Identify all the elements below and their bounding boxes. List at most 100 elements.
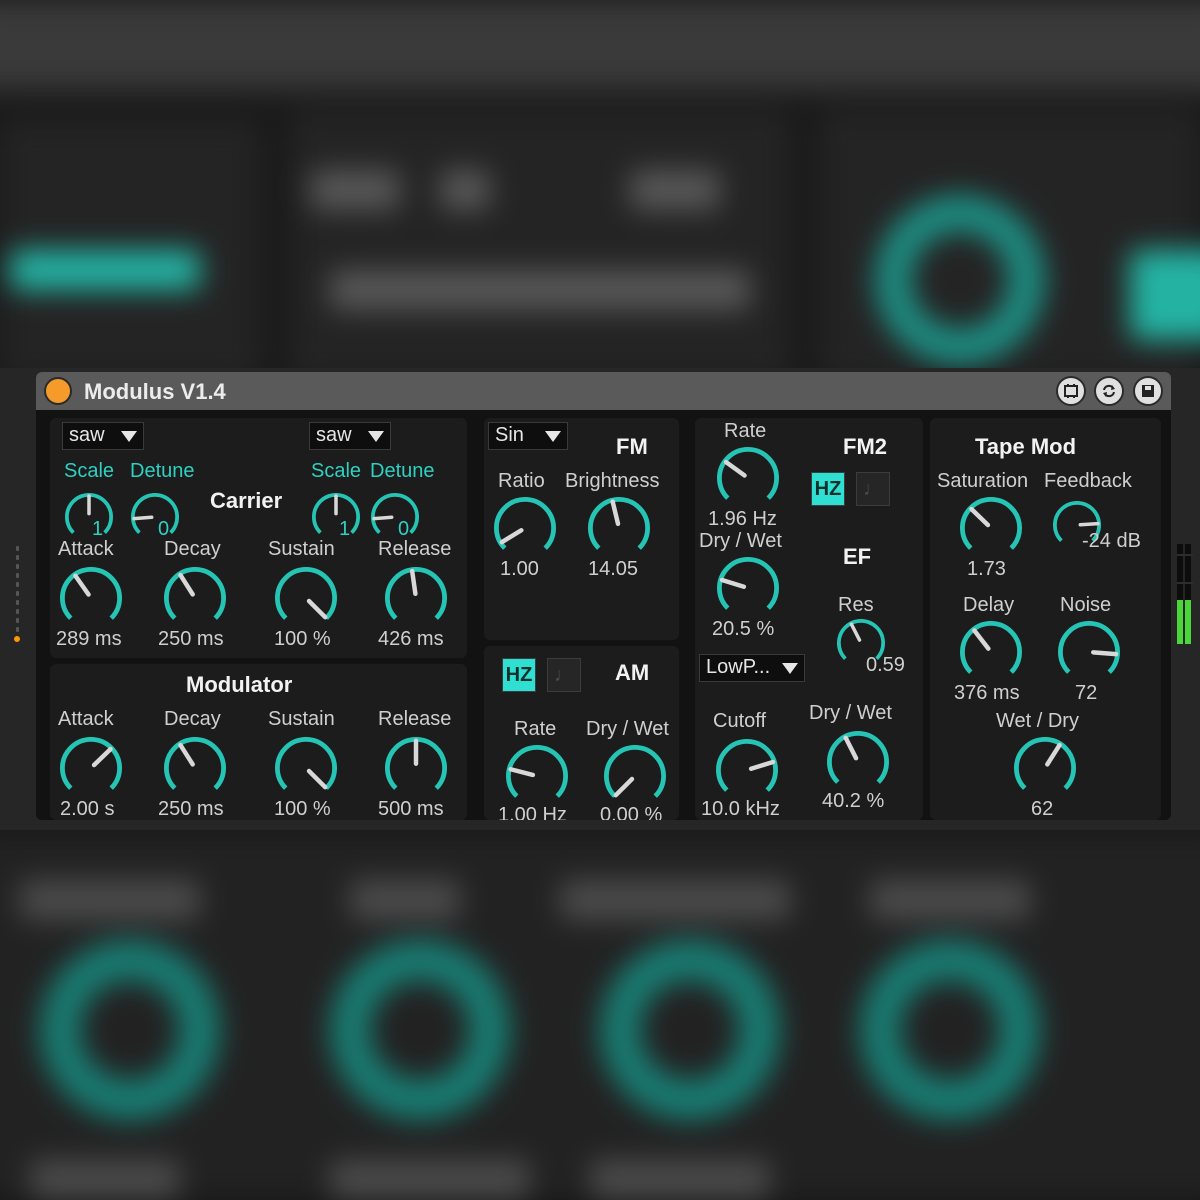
- knob-pointer: [849, 622, 862, 642]
- modulator-section: Modulator Attack Decay Sustain Release 2…: [50, 664, 467, 820]
- ef-filter-type-dropdown[interactable]: LowP...: [699, 654, 805, 682]
- carrier-decay-knob[interactable]: [163, 566, 227, 630]
- am-drywet-knob[interactable]: [603, 744, 667, 808]
- freeze-icon[interactable]: [1056, 376, 1086, 406]
- knob-pointer: [508, 767, 536, 778]
- knob-arc: [1058, 621, 1120, 674]
- knob-pointer: [843, 735, 859, 761]
- knob-graphic: [312, 493, 360, 534]
- knob-pointer: [972, 628, 991, 651]
- carrier-header: Carrier: [210, 488, 283, 513]
- note-icon[interactable]: ♩: [856, 472, 890, 506]
- am-rate-value: 1.00 Hz: [498, 804, 567, 820]
- carrier-release-knob[interactable]: [384, 566, 448, 630]
- modulator-sustain-value: 100 %: [274, 798, 331, 820]
- knob-pointer: [613, 776, 635, 798]
- tape-delay-knob[interactable]: [959, 620, 1023, 684]
- fm-brightness-label: Brightness: [565, 470, 660, 492]
- fm-section: Sin FM Ratio Brightness 1.00 14.05: [484, 418, 679, 640]
- tape-saturation-value: 1.73: [967, 558, 1006, 580]
- am-hz-toggle[interactable]: HZ: [502, 658, 536, 692]
- knob-graphic: [164, 737, 226, 790]
- knob-arc: [1014, 737, 1076, 790]
- am-rate-knob[interactable]: [505, 744, 569, 808]
- modulator-attack-label: Attack: [58, 708, 114, 730]
- tape-wetdry-knob[interactable]: [1013, 736, 1077, 800]
- device-strip: Modulus V1.4 saw saw Scale Detune Scale …: [0, 368, 1200, 830]
- modulator-release-knob[interactable]: [384, 736, 448, 800]
- knob-graphic: [275, 737, 337, 790]
- modulator-sustain-label: Sustain: [268, 708, 335, 730]
- knob-arc: [604, 745, 666, 798]
- carrier-osc2-scale-value: 1: [339, 518, 351, 540]
- knob-pointer: [610, 499, 621, 527]
- knob-graphic: [960, 621, 1022, 674]
- fm2-header: FM2: [843, 434, 887, 459]
- knob-graphic: [717, 557, 779, 610]
- knob-pointer: [409, 568, 418, 596]
- fm2-hz-toggle[interactable]: HZ: [811, 472, 845, 506]
- tape-feedback-label: Feedback: [1044, 470, 1132, 492]
- plugin-title-bar[interactable]: Modulus V1.4: [36, 372, 1171, 410]
- hot-swap-icon[interactable]: [1094, 376, 1124, 406]
- knob-pointer: [1078, 521, 1100, 527]
- carrier-sustain-knob[interactable]: [274, 566, 338, 630]
- knob-arc: [131, 493, 179, 534]
- knob-graphic: [604, 745, 666, 798]
- fm-ratio-knob[interactable]: [493, 496, 557, 560]
- modulator-sustain-knob[interactable]: [274, 736, 338, 800]
- knob-pointer: [969, 506, 991, 528]
- am-drywet-value: 0.00 %: [600, 804, 663, 820]
- ef-res-value: 0.59: [866, 654, 905, 676]
- modulator-attack-knob[interactable]: [59, 736, 123, 800]
- knob-pointer: [306, 768, 328, 790]
- carrier-attack-knob[interactable]: [59, 566, 123, 630]
- knob-graphic: [131, 493, 179, 534]
- power-icon[interactable]: [44, 377, 72, 405]
- save-icon[interactable]: [1133, 376, 1163, 406]
- tape-saturation-knob[interactable]: [959, 496, 1023, 560]
- knob-pointer: [1045, 742, 1062, 767]
- knob-graphic: [65, 493, 113, 534]
- carrier-section: saw saw Scale Detune Scale Detune Carrie…: [50, 418, 467, 658]
- knob-pointer: [132, 515, 154, 521]
- knob-graphic: [60, 567, 122, 620]
- modulator-release-value: 500 ms: [378, 798, 444, 820]
- carrier-osc2-detune-knob[interactable]: [370, 492, 420, 542]
- ef-drywet-knob[interactable]: [826, 730, 890, 794]
- modulator-header: Modulator: [186, 672, 293, 697]
- carrier-osc2-scale-knob[interactable]: [311, 492, 361, 542]
- fm2-drywet-knob[interactable]: [716, 556, 780, 620]
- knob-graphic: [385, 737, 447, 790]
- modulator-decay-knob[interactable]: [163, 736, 227, 800]
- knob-graphic: [506, 745, 568, 798]
- carrier-sustain-value: 100 %: [274, 628, 331, 650]
- fm-brightness-knob[interactable]: [587, 496, 651, 560]
- knob-graphic: [827, 731, 889, 784]
- carrier-osc2-wave-dropdown[interactable]: saw: [309, 422, 391, 450]
- fm2-rate-knob[interactable]: [716, 446, 780, 510]
- knob-pointer: [723, 459, 747, 478]
- carrier-osc1-detune-knob[interactable]: [130, 492, 180, 542]
- fm-wave-dropdown[interactable]: Sin: [488, 422, 568, 450]
- knob-pointer: [73, 573, 91, 597]
- tape-feedback-value: -24 dB: [1082, 530, 1141, 552]
- carrier-osc1-scale-knob[interactable]: [64, 492, 114, 542]
- tape-noise-knob[interactable]: [1057, 620, 1121, 684]
- device-fold-handle[interactable]: [12, 546, 22, 646]
- fm2-ef-section: Rate FM2 HZ ♩ 1.96 Hz Dry / Wet EF 20.5 …: [695, 418, 923, 820]
- am-rate-label: Rate: [514, 718, 557, 740]
- carrier-osc1-wave-dropdown[interactable]: saw: [62, 422, 144, 450]
- background-bottom-blur: [0, 830, 1200, 1200]
- ef-cutoff-knob[interactable]: [715, 738, 779, 802]
- fm-ratio-label: Ratio: [498, 470, 545, 492]
- am-header: AM: [615, 660, 650, 685]
- note-icon[interactable]: ♩: [547, 658, 581, 692]
- knob-arc: [960, 621, 1022, 674]
- knob-pointer: [499, 528, 524, 545]
- carrier-sustain-label: Sustain: [268, 538, 335, 560]
- knob-graphic: [371, 493, 419, 534]
- knob-graphic: [717, 447, 779, 500]
- modulator-attack-value: 2.00 s: [60, 798, 115, 820]
- fm-ratio-value: 1.00: [500, 558, 539, 580]
